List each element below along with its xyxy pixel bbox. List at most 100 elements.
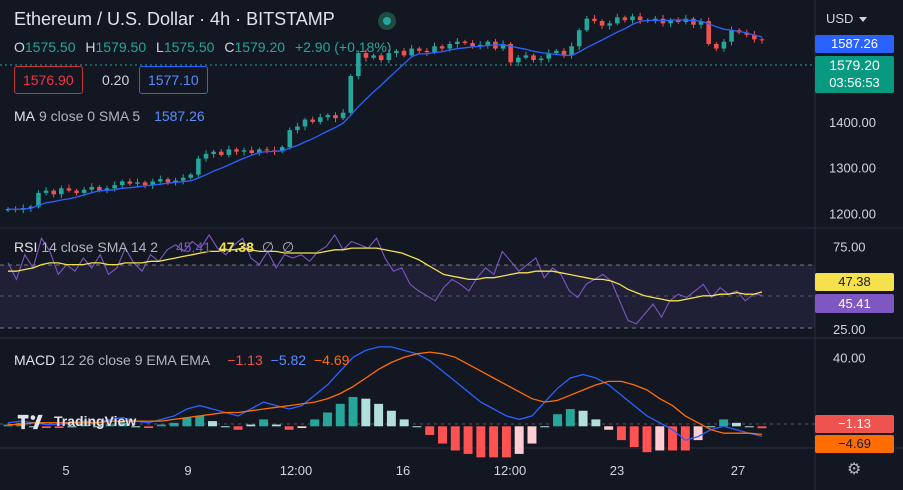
candle-body: [531, 55, 536, 60]
candle-body: [211, 151, 216, 154]
rsi-params: 14 close SMA 14 2: [41, 239, 159, 255]
candle-body: [203, 153, 209, 159]
macd-histogram-bar: [604, 426, 614, 430]
macd-histogram-bar: [386, 410, 396, 427]
macd-histogram-bar: [578, 410, 588, 427]
macd-histogram-bar: [144, 426, 154, 429]
live-status-icon: [378, 12, 396, 30]
candle-body: [340, 112, 346, 119]
macd-histogram-bar: [412, 426, 422, 428]
low-label: L: [156, 39, 164, 55]
macd-histogram-bar: [399, 419, 409, 427]
low-value: 1575.50: [163, 39, 215, 55]
candle-body: [287, 130, 293, 148]
ohlc-legend: O1575.50 H1579.50 L1575.50 C1579.20 +2.9…: [14, 39, 391, 55]
ma-name: MA: [14, 108, 35, 124]
candle-body: [165, 179, 171, 183]
macd-histogram-bar: [706, 426, 716, 428]
brand-label: TradingView: [54, 413, 137, 429]
candle-body: [317, 117, 323, 122]
macd-histogram-bar: [540, 426, 550, 428]
candle-body: [447, 43, 453, 49]
macd-histogram-bar: [297, 426, 307, 429]
macd-histogram-bar: [731, 422, 741, 427]
rsi-extra-1: ∅: [261, 239, 275, 255]
candle-body: [439, 46, 445, 49]
candle-body: [66, 188, 72, 191]
rsi-legend[interactable]: RSI 14 close SMA 14 2 45.41 47.38 ∅ ∅: [14, 239, 294, 256]
rsi-value: 45.41: [175, 239, 212, 255]
macd-histogram-bar: [591, 419, 601, 427]
macd-histogram-bar: [233, 426, 243, 430]
tradingview-logo[interactable]: TradingView: [16, 413, 136, 439]
time-axis-tick-label: 5: [62, 463, 69, 478]
macd-histogram-bar: [323, 412, 332, 427]
candle-body: [302, 119, 308, 127]
macd-histogram-bar: [450, 426, 460, 451]
macd-histogram-bar: [514, 426, 524, 454]
macd-params: 12 26 close 9 EMA EMA: [59, 352, 210, 368]
rsi-sma-value: 47.38: [218, 239, 254, 255]
bar-countdown: 03:56:53: [829, 75, 880, 90]
candle-body: [196, 158, 201, 175]
candle-body: [729, 30, 734, 42]
macd-histogram-bar: [156, 424, 166, 427]
candle-body: [538, 58, 544, 60]
rsi-extra-2: ∅: [281, 239, 295, 255]
candle-body: [691, 18, 696, 25]
rsi-tag: 45.41: [815, 294, 894, 313]
ma-legend[interactable]: MA 9 close 0 SMA 5 1587.26: [14, 108, 205, 124]
chart-title: Ethereum / U.S. Dollar · 4h · BITSTAMP: [14, 9, 335, 29]
rsi-axis-tick-label: 75.00: [833, 239, 866, 254]
macd-histogram-bar: [719, 419, 729, 427]
macd-histogram-bar: [527, 426, 537, 444]
candle-body: [371, 55, 376, 58]
ma-params: 9 close 0 SMA 5: [39, 108, 141, 124]
currency-selector[interactable]: USD: [826, 11, 867, 26]
ma-price-tag: 1587.26: [815, 35, 894, 53]
time-axis-tick-label: 12:00: [494, 463, 527, 478]
macd-histogram-bar: [259, 419, 269, 427]
candle-body: [432, 46, 437, 53]
macd-legend[interactable]: MACD 12 26 close 9 EMA EMA −1.13 −5.82 −4…: [14, 352, 349, 368]
candle-body: [714, 43, 719, 49]
candle-body: [554, 50, 559, 54]
candle-body: [81, 189, 87, 193]
macd-histogram-bar: [629, 426, 639, 447]
high-value: 1579.50: [95, 39, 147, 55]
candle-body: [615, 17, 620, 24]
candle-body: [576, 30, 582, 47]
candle-body: [409, 48, 414, 56]
macd-histogram-bar: [246, 424, 256, 427]
macd-histogram-bar: [642, 426, 652, 453]
candle-body: [241, 150, 247, 152]
ma-value: 1587.26: [154, 108, 205, 124]
buy-button[interactable]: 1577.10: [139, 66, 208, 94]
macd-histogram-bar: [220, 426, 230, 428]
macd-signal-value: −4.69: [313, 352, 350, 368]
candle-body: [188, 174, 194, 178]
candle-body: [249, 150, 255, 154]
macd-histogram-bar: [565, 409, 575, 427]
candle-body: [112, 185, 117, 189]
last-price: 1579.20: [829, 57, 880, 73]
candle-body: [226, 149, 232, 155]
price-axis-tick-label: 1200.00: [829, 207, 876, 222]
macd-histogram-bar: [361, 398, 371, 427]
rsi-axis-tick-label: 25.00: [833, 322, 866, 337]
close-label: C: [224, 39, 235, 55]
open-value: 1575.50: [24, 39, 76, 55]
macd-histogram-bar: [208, 421, 217, 427]
candle-body: [401, 50, 407, 56]
macd-histogram-bar: [757, 426, 767, 429]
time-axis-tick-label: 16: [396, 463, 410, 478]
candle-body: [135, 182, 140, 184]
time-axis-tick-label: 12:00: [280, 463, 313, 478]
macd-histogram-bar: [655, 426, 665, 451]
macd-name: MACD: [14, 352, 56, 368]
settings-gear-icon[interactable]: ⚙: [847, 459, 861, 479]
macd-histogram-bar: [284, 426, 294, 430]
candle-body: [622, 17, 628, 21]
candle-body: [721, 41, 727, 49]
sell-button[interactable]: 1576.90: [14, 66, 83, 94]
